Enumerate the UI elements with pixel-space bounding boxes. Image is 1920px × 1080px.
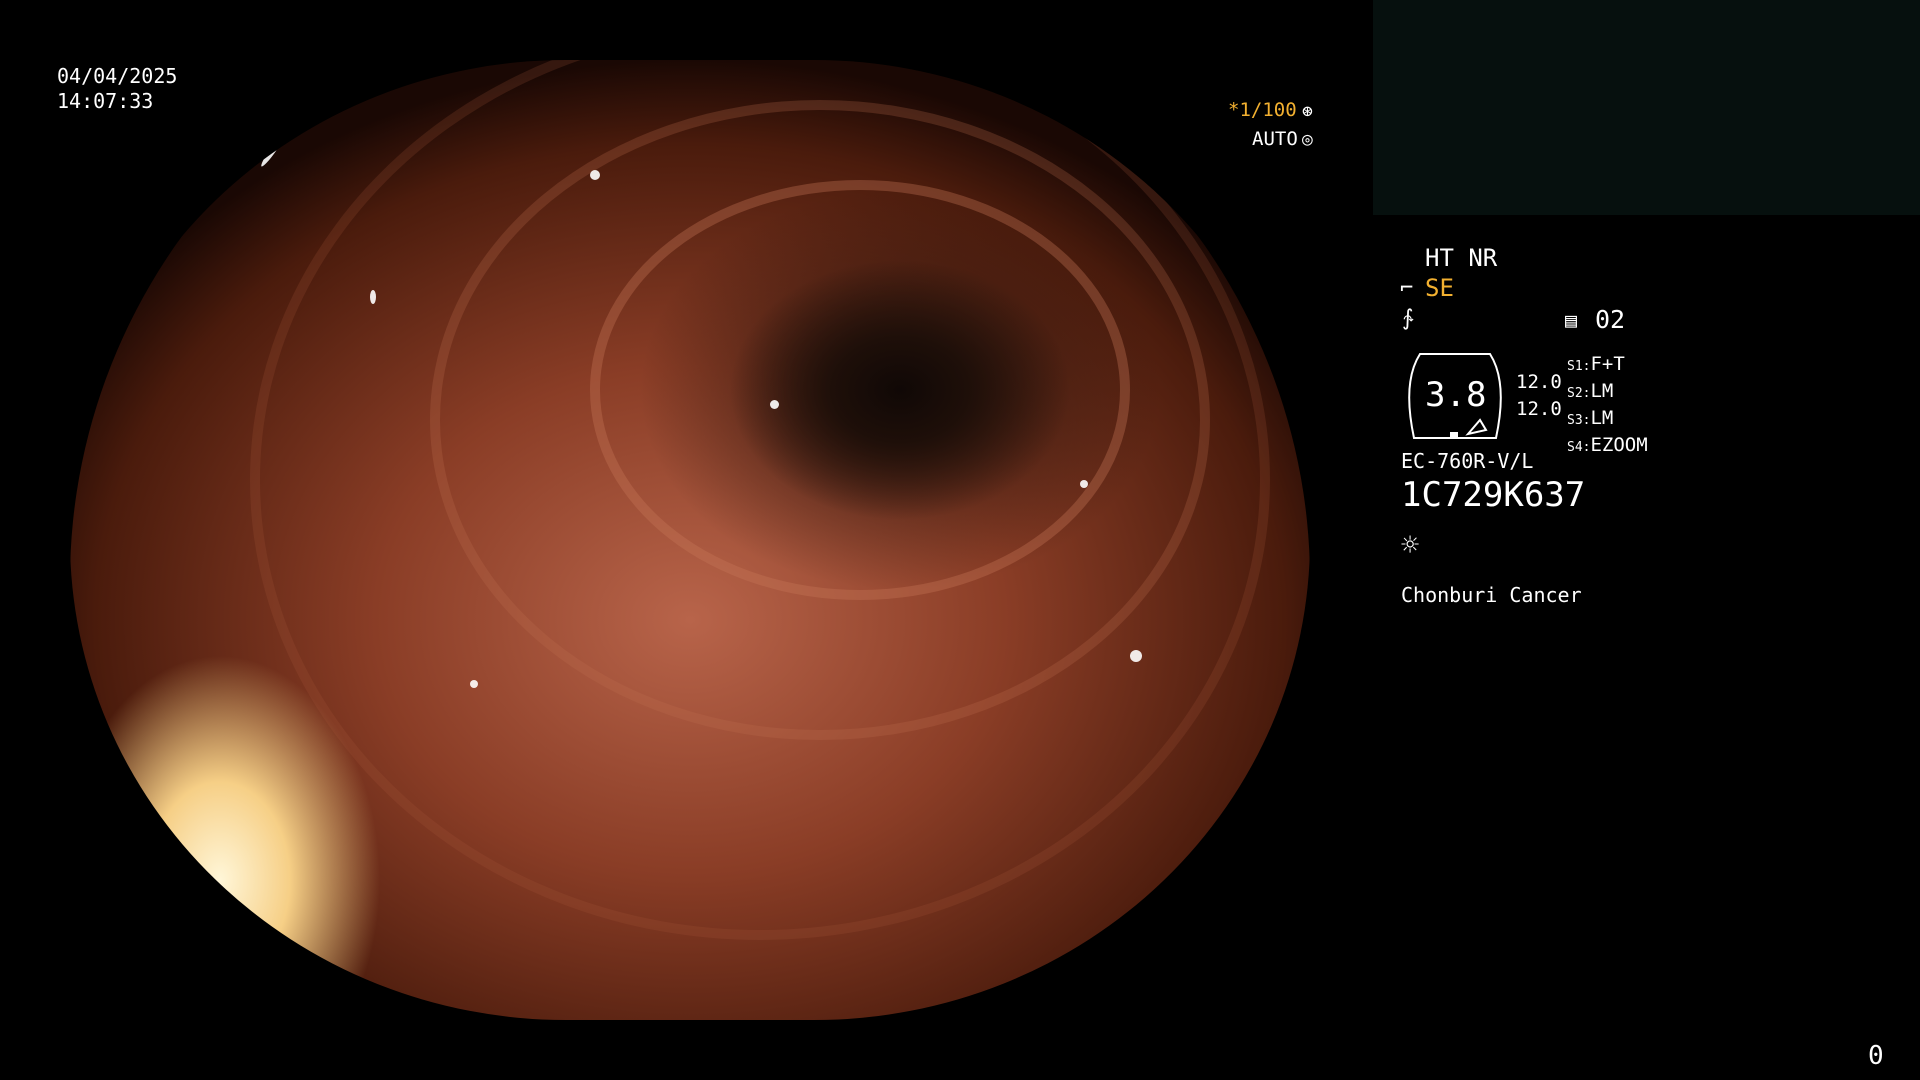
scope-model: EC-760R-V/L [1401,449,1534,473]
color-mode-icon: ∱ [1402,306,1414,331]
zoom-value: 3.8 [1425,375,1487,415]
shutter-speed: *1/100 [1228,99,1297,121]
memory-value: 02 [1595,305,1626,334]
switch-item: S3:LM [1567,407,1614,429]
endoscopic-image [70,60,1310,1020]
scope-value-1: 12.0 [1516,371,1562,393]
time-display: 14:07:33 [57,89,154,113]
light-icon: ☼ [1401,528,1420,563]
switch-item: S1:F+T [1567,353,1625,375]
enhancement-mode: HT NR [1425,244,1498,272]
switch-item: S2:LM [1567,380,1614,402]
switch-item: S4:EZOOM [1567,434,1648,456]
iris-icon: ◎ [1302,129,1313,150]
date-display: 04/04/2025 [57,64,178,88]
scope-value-2: 12.0 [1516,398,1562,420]
frame-counter: 0 [1868,1041,1884,1071]
structure-enhancement: SE [1425,274,1454,302]
scope-serial: 1C729K637 [1401,475,1586,515]
shutter-icon: ⊛ [1302,101,1313,122]
iris-mode: AUTO [1252,128,1298,150]
thumbnail-panel [1373,0,1920,215]
structure-icon: ⌐ [1400,276,1414,301]
memory-icon: ▤ [1565,308,1578,332]
institution-name: Chonburi Cancer [1401,583,1582,607]
switch-list: S1:F+T S2:LM S3:LM S4:EZOOM [1567,352,1648,460]
